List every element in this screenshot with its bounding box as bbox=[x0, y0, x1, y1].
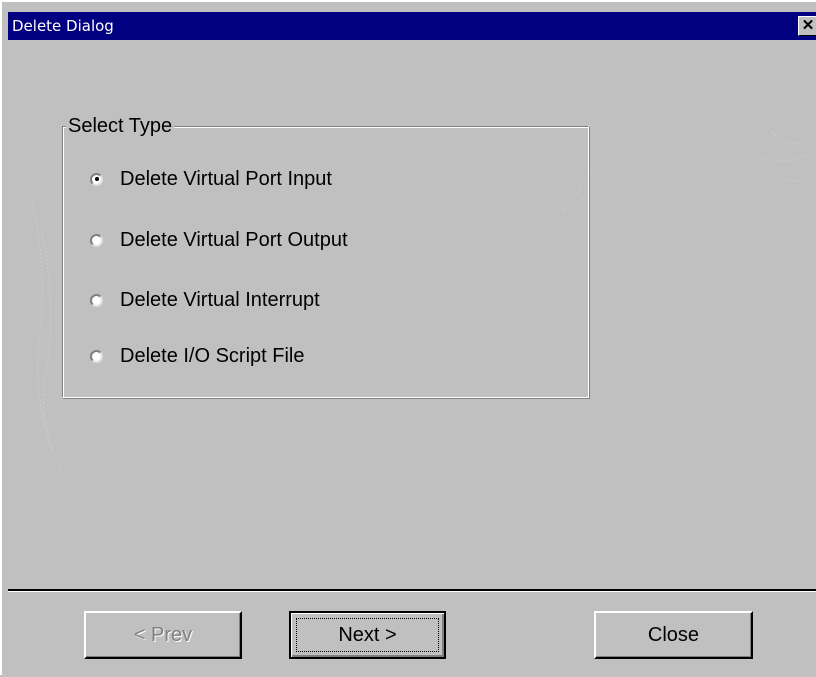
radio-option-io-script-file[interactable]: Delete I/O Script File bbox=[90, 341, 305, 371]
next-button-label: Next > bbox=[296, 618, 439, 652]
close-icon[interactable]: ✕ bbox=[798, 16, 816, 36]
footer-separator bbox=[8, 589, 816, 592]
radio-button[interactable] bbox=[90, 233, 103, 247]
delete-dialog-window: Delete Dialog ✕ Select Type Delete Virtu… bbox=[0, 0, 816, 675]
title-bar[interactable]: Delete Dialog ✕ bbox=[8, 12, 816, 40]
radio-label: Delete Virtual Interrupt bbox=[120, 289, 320, 311]
radio-button[interactable] bbox=[90, 293, 103, 307]
close-button[interactable]: Close bbox=[594, 611, 753, 659]
radio-option-virtual-port-input[interactable]: Delete Virtual Port Input bbox=[90, 164, 332, 194]
next-button[interactable]: Next > bbox=[289, 611, 446, 659]
radio-label: Delete Virtual Port Input bbox=[120, 168, 332, 190]
radio-button-checked[interactable] bbox=[90, 172, 103, 186]
prev-button[interactable]: < Prev bbox=[84, 611, 242, 659]
radio-label: Delete I/O Script File bbox=[120, 345, 305, 367]
radio-button[interactable] bbox=[90, 349, 103, 363]
radio-label: Delete Virtual Port Output bbox=[120, 229, 348, 251]
radio-option-virtual-interrupt[interactable]: Delete Virtual Interrupt bbox=[90, 285, 320, 315]
window-title: Delete Dialog bbox=[12, 17, 114, 35]
radio-option-virtual-port-output[interactable]: Delete Virtual Port Output bbox=[90, 225, 348, 255]
groupbox-label: Select Type bbox=[66, 114, 175, 138]
